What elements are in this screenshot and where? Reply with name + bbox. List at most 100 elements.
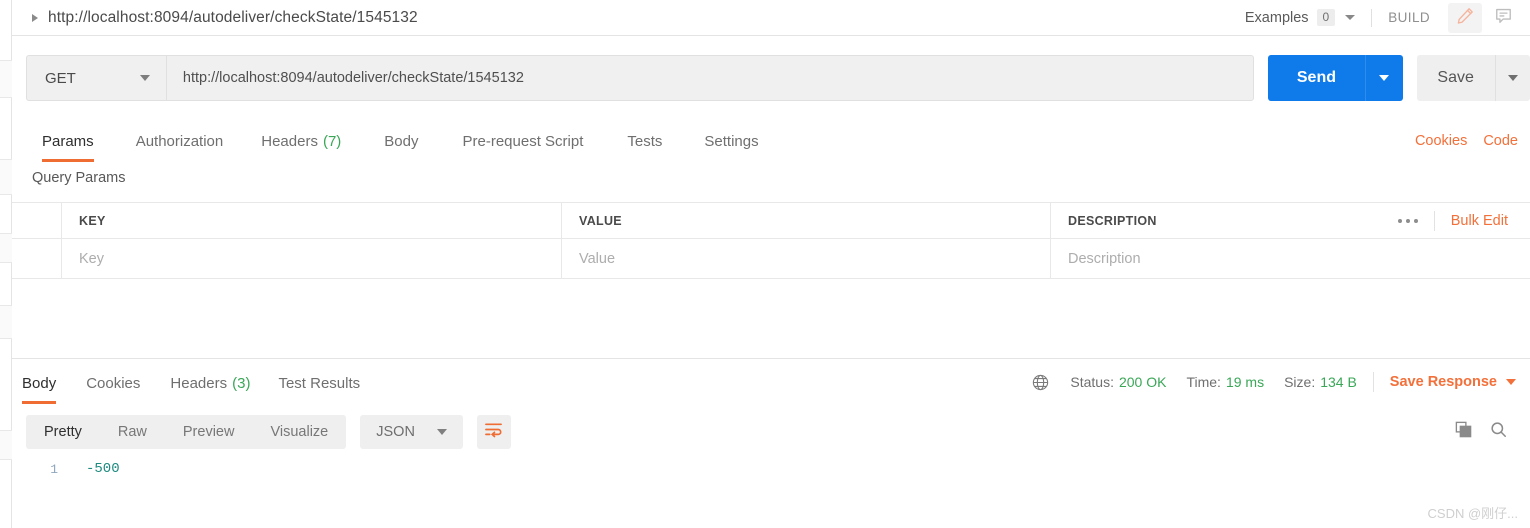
status-metric: Status: 200 OK (1070, 374, 1166, 390)
method-chevron-down-icon (139, 75, 150, 81)
tab-label: Params (42, 132, 94, 150)
save-options-button[interactable] (1494, 55, 1530, 101)
table-header-row: KEY VALUE DESCRIPTION Bulk Edit (12, 203, 1530, 239)
query-params-table: KEY VALUE DESCRIPTION Bulk Edit Key Valu… (12, 202, 1530, 279)
status-label: Status: (1070, 374, 1114, 390)
send-chevron-down-icon (1379, 75, 1390, 81)
view-preview[interactable]: Preview (165, 415, 253, 449)
time-label: Time: (1186, 374, 1221, 390)
response-body-code[interactable]: 1 -500 (12, 458, 1530, 528)
save-button[interactable]: Save (1416, 55, 1495, 101)
view-pretty[interactable]: Pretty (26, 415, 100, 449)
left-rail (0, 0, 12, 528)
tab-count: (3) (232, 374, 251, 392)
tab-pre-request-script[interactable]: Pre-request Script (463, 120, 584, 162)
description-input[interactable]: Description (1051, 239, 1530, 278)
pencil-icon (1456, 6, 1475, 30)
examples-label[interactable]: Examples (1245, 10, 1309, 26)
cookies-link[interactable]: Cookies (1415, 133, 1467, 149)
url-input[interactable]: http://localhost:8094/autodeliver/checkS… (165, 55, 1254, 101)
top-bar: http://localhost:8094/autodeliver/checkS… (12, 0, 1530, 36)
examples-chevron-down-icon[interactable] (1345, 15, 1356, 20)
row-checkbox-cell[interactable] (12, 239, 62, 278)
code-line: 1 -500 (12, 458, 1530, 480)
tab-settings[interactable]: Settings (704, 120, 758, 162)
rail-segment (0, 430, 12, 460)
build-button[interactable]: BUILD (1388, 10, 1430, 25)
format-value: JSON (376, 424, 415, 440)
request-tabs: Params Authorization Headers (7) Body Pr… (12, 120, 1530, 162)
save-response-chevron-down-icon[interactable] (1506, 379, 1516, 385)
description-actions: Bulk Edit (1397, 203, 1530, 238)
key-input[interactable]: Key (62, 239, 562, 278)
size-value: 134 B (1320, 374, 1357, 390)
method-selector[interactable]: GET (26, 55, 166, 101)
method-value: GET (45, 69, 76, 87)
column-header-value: VALUE (562, 203, 1051, 238)
view-raw[interactable]: Raw (100, 415, 165, 449)
response-meta: Status: 200 OK Time: 19 ms Size: 134 B S… (1031, 362, 1530, 402)
comments-button[interactable] (1486, 3, 1520, 33)
code-link[interactable]: Code (1483, 133, 1518, 149)
table-row: Key Value Description (12, 239, 1530, 279)
time-value: 19 ms (1225, 374, 1265, 390)
tab-body[interactable]: Body (384, 120, 418, 162)
description-placeholder: Description (1068, 250, 1141, 267)
send-button[interactable]: Send (1267, 55, 1366, 101)
ellipsis-icon[interactable] (1397, 218, 1418, 223)
size-metric: Size: 134 B (1284, 374, 1357, 390)
search-button[interactable] (1489, 420, 1508, 444)
response-tab-test-results[interactable]: Test Results (278, 362, 360, 404)
tab-active-underline (22, 401, 57, 404)
examples-count-badge: 0 (1316, 9, 1336, 26)
send-options-button[interactable] (1365, 55, 1403, 101)
rail-segment (0, 233, 12, 263)
copy-icon (1454, 420, 1473, 444)
tab-authorization[interactable]: Authorization (136, 120, 224, 162)
line-content: -500 (86, 461, 120, 477)
value-input[interactable]: Value (562, 239, 1051, 278)
tab-tests[interactable]: Tests (627, 120, 662, 162)
tab-label: Headers (261, 132, 318, 150)
status-value: 200 OK (1118, 374, 1167, 390)
bulk-edit-link[interactable]: Bulk Edit (1451, 213, 1508, 229)
tab-label: Body (384, 132, 419, 150)
column-label: KEY (79, 213, 106, 228)
expand-caret-icon[interactable] (32, 13, 38, 22)
search-icon (1489, 420, 1508, 444)
comment-icon (1494, 6, 1513, 30)
breadcrumb: http://localhost:8094/autodeliver/checkS… (48, 8, 418, 26)
select-all-cell[interactable] (12, 203, 62, 238)
copy-button[interactable] (1454, 420, 1473, 444)
edit-request-button[interactable] (1448, 2, 1482, 33)
tab-label: Pre-request Script (462, 132, 584, 150)
tab-count: (7) (322, 132, 342, 150)
top-bar-right: Examples 0 BUILD (1245, 0, 1530, 36)
view-visualize[interactable]: Visualize (252, 415, 346, 449)
divider (1372, 372, 1374, 392)
tab-params[interactable]: Params (42, 120, 94, 162)
word-wrap-button[interactable] (476, 415, 511, 449)
response-view-switcher: Pretty Raw Preview Visualize (26, 415, 347, 449)
tab-label: Headers (170, 374, 228, 392)
column-header-description: DESCRIPTION Bulk Edit (1051, 203, 1530, 238)
response-tab-headers[interactable]: Headers (3) (170, 362, 250, 404)
key-placeholder: Key (79, 250, 104, 267)
response-tab-cookies[interactable]: Cookies (86, 362, 140, 404)
postman-request-window: http://localhost:8094/autodeliver/checkS… (0, 0, 1530, 528)
tab-label: Tests (627, 132, 663, 150)
save-chevron-down-icon (1507, 75, 1518, 81)
request-tabs-right: Cookies Code (1415, 120, 1530, 162)
request-url-row: GET http://localhost:8094/autodeliver/ch… (12, 37, 1530, 119)
divider (1371, 8, 1373, 27)
rail-segment (0, 159, 12, 195)
tab-active-underline (42, 159, 94, 162)
response-tabs: Body Cookies Headers (3) Test Results St… (12, 362, 1530, 404)
rail-segment (0, 60, 12, 98)
response-format-selector[interactable]: JSON (360, 415, 463, 449)
tab-label: Test Results (278, 374, 361, 392)
tab-headers[interactable]: Headers (7) (261, 120, 341, 162)
response-tab-body[interactable]: Body (22, 362, 57, 404)
format-chevron-down-icon (436, 429, 447, 435)
save-response-button[interactable]: Save Response (1390, 374, 1497, 390)
